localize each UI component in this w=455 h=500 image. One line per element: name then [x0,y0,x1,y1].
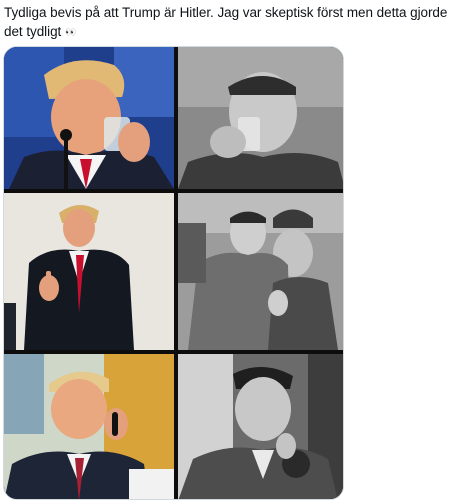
tweet-text: Tydliga bevis på att Trump är Hitler. Ja… [4,3,452,42]
tweet-media-image[interactable] [3,46,344,500]
photo-panel-2 [178,47,343,189]
photo-panel-6 [178,354,343,499]
photo-panel-5 [4,354,174,499]
photo-panel-1 [4,47,174,189]
eyes-emoji-icon: 👀 [64,26,78,37]
photo-panel-4 [178,193,343,350]
photo-panel-3 [4,193,174,350]
